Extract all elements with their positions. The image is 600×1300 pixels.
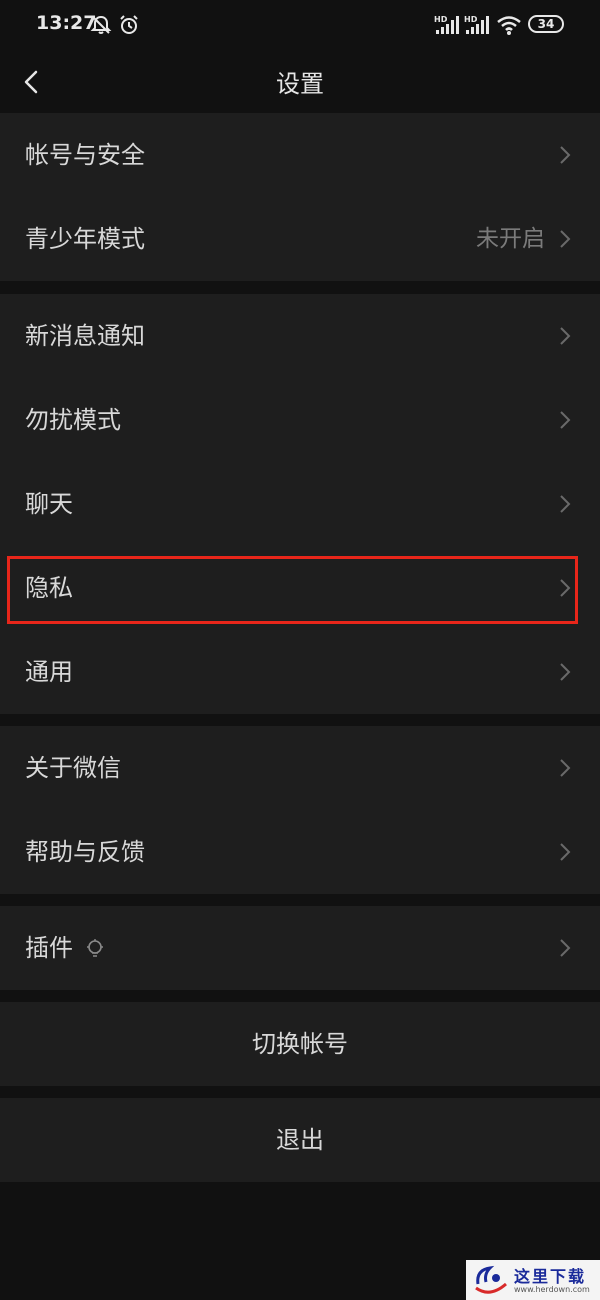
settings-group-account: 帐号与安全 青少年模式 未开启 [0,113,600,281]
battery-icon: 34 [528,15,564,33]
settings-row-help-feedback[interactable]: 帮助与反馈 [0,810,600,894]
settings-group-general: 新消息通知 勿扰模式 聊天 隐私 通用 [0,294,600,714]
status-time: 13:27 [36,12,97,34]
svg-text:HD: HD [464,15,478,24]
row-label: 帮助与反馈 [25,838,145,866]
svg-text:HD: HD [434,15,448,24]
mute-bell-icon [90,15,112,34]
settings-row-do-not-disturb[interactable]: 勿扰模式 [0,378,600,462]
row-label: 聊天 [25,490,73,518]
settings-row-general[interactable]: 通用 [0,630,600,714]
watermark-logo: 这里下载 www.herdown.com [466,1260,600,1300]
chevron-right-icon [560,495,571,513]
settings-row-teen-mode[interactable]: 青少年模式 未开启 [0,197,600,281]
row-label: 青少年模式 [25,225,145,253]
chevron-right-icon [560,663,571,681]
row-label: 帐号与安全 [25,141,145,169]
row-label: 通用 [25,658,73,686]
switch-account-label: 切换帐号 [252,1030,348,1058]
page-title: 设置 [276,70,324,98]
settings-row-about-wechat[interactable]: 关于微信 [0,726,600,810]
watermark-text: 这里下载 [514,1267,587,1286]
chevron-right-icon [560,411,571,429]
settings-row-notifications[interactable]: 新消息通知 [0,294,600,378]
row-label: 插件 [25,934,73,962]
chevron-right-icon [560,230,571,248]
settings-row-chat[interactable]: 聊天 [0,462,600,546]
privacy-highlight-box [7,556,578,624]
settings-group-plugins: 插件 [0,906,600,990]
settings-row-account-security[interactable]: 帐号与安全 [0,113,600,197]
chevron-right-icon [560,759,571,777]
row-label: 勿扰模式 [25,406,121,434]
alarm-icon [120,15,138,34]
row-label: 关于微信 [25,754,121,782]
row-value: 未开启 [476,226,545,252]
hd-signal-icon: HD [434,15,459,34]
wifi-icon [497,16,521,35]
settings-group-about: 关于微信 帮助与反馈 [0,726,600,894]
nav-bar: 设置 [0,52,600,108]
status-bar: 13:27 HD HD 34 [0,0,600,52]
logout-button[interactable]: 退出 [0,1098,600,1182]
hd-signal-icon: HD [464,15,489,34]
chevron-right-icon [560,146,571,164]
chevron-right-icon [560,843,571,861]
row-label: 新消息通知 [25,322,145,350]
switch-account-button[interactable]: 切换帐号 [0,1002,600,1086]
watermark-icon [475,1265,507,1294]
lightbulb-icon [87,939,103,957]
chevron-right-icon [560,939,571,957]
watermark-url: www.herdown.com [514,1285,590,1294]
settings-row-plugins[interactable]: 插件 [0,906,600,990]
logout-label: 退出 [276,1126,324,1154]
chevron-right-icon [560,327,571,345]
